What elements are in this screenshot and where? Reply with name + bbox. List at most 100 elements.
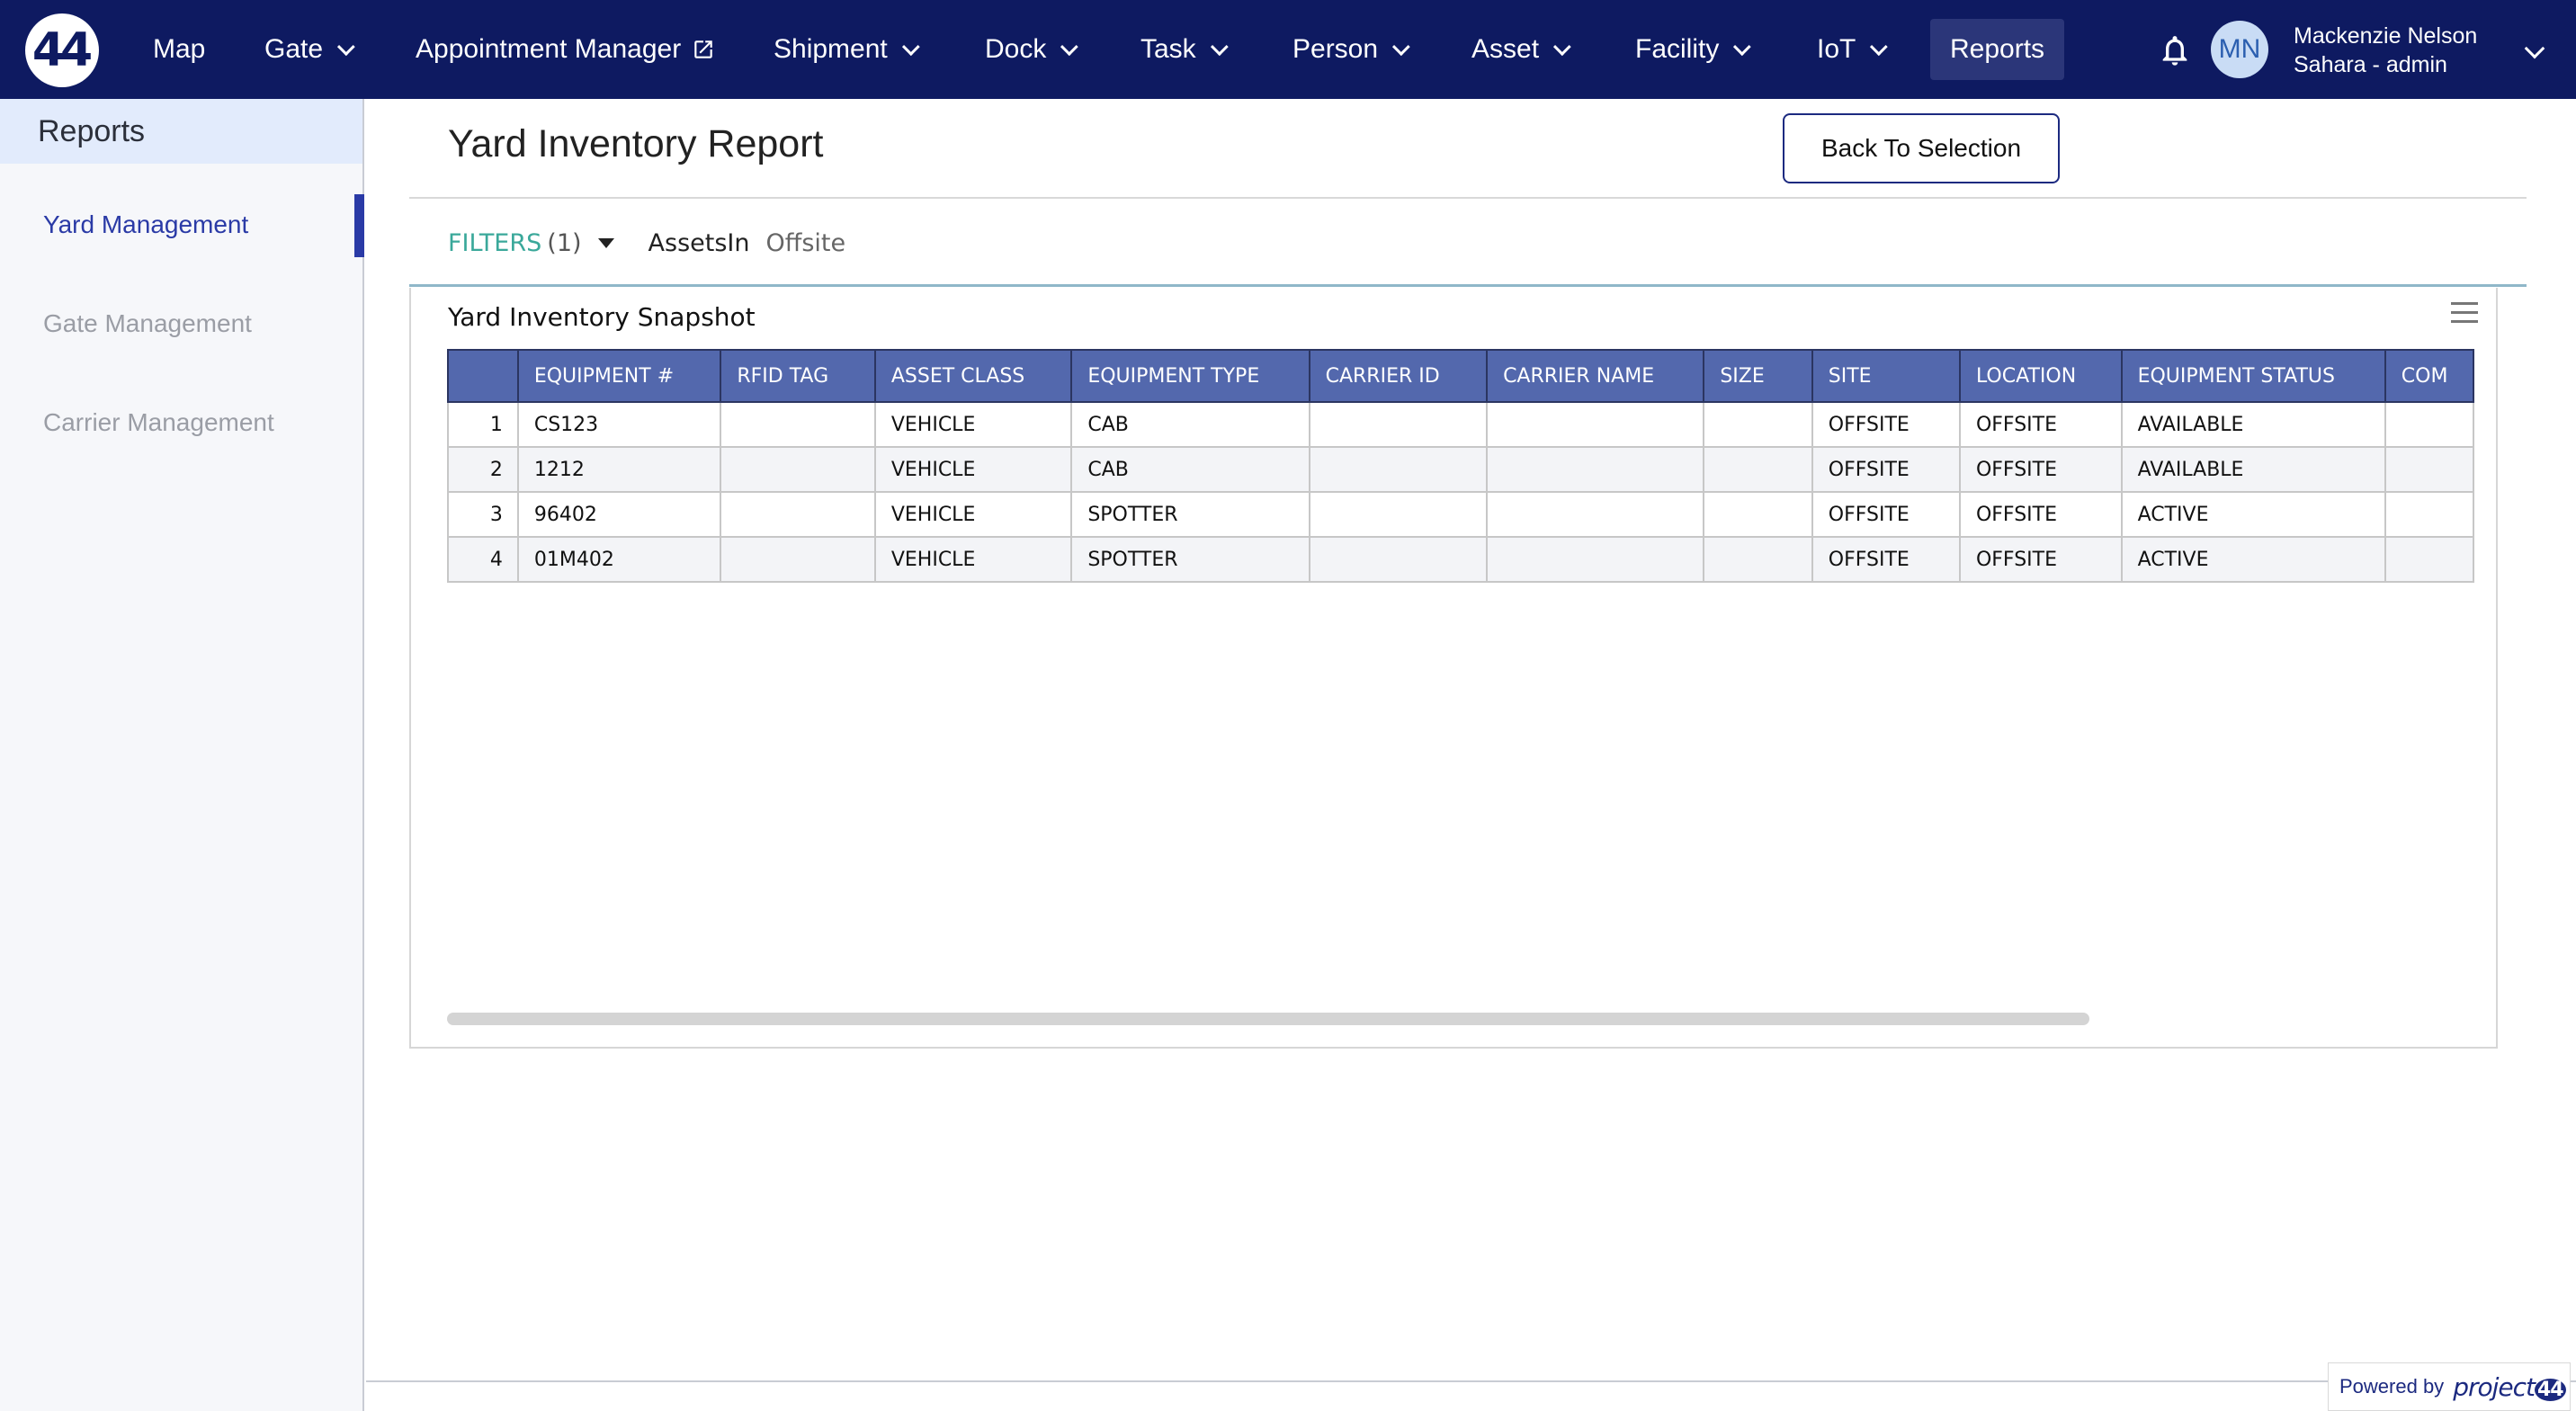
brand-logo: project 44	[2453, 1372, 2566, 1402]
table-cell: 3	[447, 491, 519, 538]
column-header[interactable]: ASSET CLASS	[873, 349, 1073, 403]
filter-value: Offsite	[765, 229, 846, 257]
nav-item-facility[interactable]: Facility	[1635, 0, 1752, 99]
table-cell	[1308, 491, 1489, 538]
table-cell: OFFSITE	[1958, 446, 2123, 493]
bell-icon[interactable]	[2157, 31, 2193, 70]
sidebar-item-gate-management[interactable]: Gate Management	[43, 309, 252, 338]
table-cell	[1486, 401, 1705, 448]
table-header-row: EQUIPMENT # RFID TAG ASSET CLASS EQUIPME…	[447, 349, 2474, 403]
nav-item-gate[interactable]: Gate	[264, 0, 355, 99]
user-info[interactable]: Mackenzie Nelson Sahara - admin	[2294, 22, 2477, 79]
table-cell: OFFSITE	[1958, 401, 2123, 448]
table-cell: VEHICLE	[873, 536, 1073, 583]
table-cell	[2384, 491, 2474, 538]
table-cell: CAB	[1070, 401, 1310, 448]
table-cell	[720, 446, 876, 493]
nav-label: Reports	[1950, 34, 2045, 64]
column-header[interactable]: CARRIER NAME	[1486, 349, 1705, 403]
table-cell: VEHICLE	[873, 401, 1073, 448]
avatar[interactable]: MN	[2211, 21, 2268, 78]
table-row[interactable]: 3 96402 VEHICLE SPOTTER OFFSITE OFFSITE …	[447, 491, 2474, 538]
table-cell	[720, 401, 876, 448]
filters-toggle[interactable]: FILTERS	[448, 229, 541, 257]
hamburger-menu-icon[interactable]	[2451, 302, 2478, 326]
table-cell: SPOTTER	[1070, 491, 1310, 538]
nav-item-iot[interactable]: IoT	[1817, 0, 1889, 99]
page-title: Yard Inventory Report	[448, 122, 824, 165]
column-header[interactable]	[447, 349, 519, 403]
chevron-down-icon	[1210, 38, 1229, 57]
nav-label: Dock	[985, 34, 1047, 64]
table-cell	[1703, 401, 1813, 448]
nav-label: IoT	[1817, 34, 1856, 64]
back-to-selection-button[interactable]: Back To Selection	[1783, 113, 2060, 183]
powered-by-badge: Powered by project 44	[2328, 1362, 2571, 1411]
external-link-icon	[694, 40, 712, 58]
snapshot-title: Yard Inventory Snapshot	[448, 302, 756, 332]
table-cell	[720, 491, 876, 538]
nav-item-asset[interactable]: Asset	[1471, 0, 1571, 99]
table-cell: OFFSITE	[1811, 401, 1961, 448]
nav-item-map[interactable]: Map	[153, 0, 205, 99]
avatar-initials: MN	[2218, 34, 2261, 64]
table-row[interactable]: 4 01M402 VEHICLE SPOTTER OFFSITE OFFSITE…	[447, 536, 2474, 583]
nav-item-task[interactable]: Task	[1140, 0, 1229, 99]
user-role: Sahara - admin	[2294, 52, 2447, 77]
table-cell: OFFSITE	[1811, 536, 1961, 583]
user-name: Mackenzie Nelson	[2294, 23, 2478, 49]
table-cell: CS123	[516, 401, 722, 448]
sidebar: Reports Yard Management Gate Management …	[0, 99, 364, 1411]
column-header[interactable]: RFID TAG	[720, 349, 876, 403]
nav-item-dock[interactable]: Dock	[985, 0, 1079, 99]
table-cell: OFFSITE	[1958, 491, 2123, 538]
table-cell	[1703, 491, 1813, 538]
table-cell	[1486, 491, 1705, 538]
table-cell: 1212	[516, 446, 722, 493]
filters-count: (1)	[547, 229, 582, 257]
chevron-down-icon	[336, 38, 355, 57]
nav-item-reports[interactable]: Reports	[1930, 19, 2065, 80]
table-row[interactable]: 2 1212 VEHICLE CAB OFFSITE OFFSITE AVAIL…	[447, 446, 2474, 493]
column-header[interactable]: EQUIPMENT TYPE	[1070, 349, 1310, 403]
column-header[interactable]: LOCATION	[1958, 349, 2123, 403]
nav-label: Shipment	[774, 34, 888, 64]
table-cell: 96402	[516, 491, 722, 538]
column-header[interactable]: SIZE	[1703, 349, 1813, 403]
column-header[interactable]: CARRIER ID	[1308, 349, 1489, 403]
filters-bar: FILTERS (1) AssetsIn Offsite	[448, 229, 845, 257]
sidebar-item-yard-management[interactable]: Yard Management	[43, 210, 248, 239]
chevron-down-icon	[1060, 38, 1079, 57]
table-cell	[1486, 446, 1705, 493]
chevron-down-icon	[1391, 38, 1410, 57]
column-header[interactable]: EQUIPMENT #	[516, 349, 722, 403]
caret-down-icon[interactable]	[597, 238, 614, 248]
nav-item-person[interactable]: Person	[1292, 0, 1410, 99]
column-header[interactable]: COM	[2384, 349, 2474, 403]
logo[interactable]: 44	[25, 13, 99, 87]
snapshot-panel: Yard Inventory Snapshot EQUIPMENT # RFID…	[409, 288, 2498, 1049]
brand-number: 44	[2534, 1378, 2566, 1401]
nav-item-appointment-manager[interactable]: Appointment Manager	[416, 0, 715, 99]
nav-label: Facility	[1635, 34, 1720, 64]
nav-label: Task	[1140, 34, 1196, 64]
divider	[409, 197, 2527, 199]
filter-name: AssetsIn	[648, 229, 750, 257]
chevron-down-icon	[1552, 38, 1571, 57]
horizontal-scrollbar[interactable]	[447, 1013, 2089, 1025]
column-header[interactable]: SITE	[1811, 349, 1961, 403]
table-cell	[2384, 536, 2474, 583]
main-content: Yard Inventory Report Back To Selection …	[366, 99, 2576, 1411]
table-row[interactable]: 1 CS123 VEHICLE CAB OFFSITE OFFSITE AVAI…	[447, 401, 2474, 448]
active-indicator	[354, 194, 364, 257]
sidebar-item-carrier-management[interactable]: Carrier Management	[43, 408, 274, 437]
chevron-down-icon[interactable]	[2524, 38, 2545, 59]
table-cell	[2384, 401, 2474, 448]
nav-label: Gate	[264, 34, 324, 64]
table-cell: 4	[447, 536, 519, 583]
chevron-down-icon	[1870, 38, 1889, 57]
divider	[366, 1380, 2576, 1382]
nav-label: Appointment Manager	[416, 34, 682, 64]
nav-item-shipment[interactable]: Shipment	[774, 0, 920, 99]
column-header[interactable]: EQUIPMENT STATUS	[2120, 349, 2386, 403]
